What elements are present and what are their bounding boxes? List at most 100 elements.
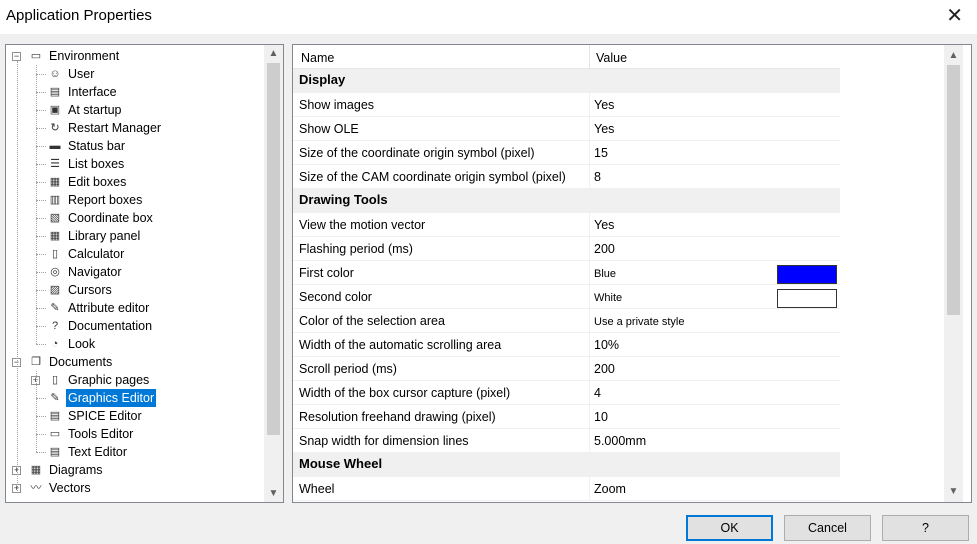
tree-item-tools-editor[interactable]: ▭ Tools Editor [6, 425, 264, 443]
column-header-value[interactable]: Value [596, 51, 627, 65]
coordinate-box-icon: ▧ [49, 212, 61, 224]
grid-scrollbar[interactable]: ▲ ▼ [944, 45, 963, 502]
property-row[interactable]: First color Blue [293, 261, 840, 285]
color-swatch[interactable] [777, 265, 837, 284]
tree-item-label: At startup [68, 103, 122, 117]
status-bar-icon: ▬ [49, 140, 61, 152]
tree-item-edit-boxes[interactable]: ▦ Edit boxes [6, 173, 264, 191]
tree-item-calculator[interactable]: ▯ Calculator [6, 245, 264, 263]
help-button[interactable]: ? [882, 515, 969, 541]
property-row[interactable]: Wheel Zoom [293, 477, 840, 501]
property-row[interactable]: View the motion vector Yes [293, 213, 840, 237]
tree-connector [36, 110, 46, 111]
tree-item-label: Graphics Editor [64, 388, 158, 408]
close-icon[interactable]: ✕ [946, 4, 963, 28]
grid-scroll-thumb[interactable] [947, 65, 960, 315]
tree-item-vectors[interactable]: + 〰 Vectors [6, 479, 264, 497]
window-title: Application Properties [6, 7, 152, 24]
tree-item-coordinate-box[interactable]: ▧ Coordinate box [6, 209, 264, 227]
tree-item-look[interactable]: ◔ Look [6, 335, 264, 353]
tree-scroll-up-icon[interactable]: ▲ [264, 45, 283, 62]
cell-divider [589, 405, 590, 429]
tree-item-label: Status bar [68, 139, 125, 153]
property-value[interactable]: White [594, 292, 622, 304]
tree-item-at-startup[interactable]: ▣ At startup [6, 101, 264, 119]
cell-divider [589, 309, 590, 333]
property-row[interactable]: Size of the CAM coordinate origin symbol… [293, 165, 840, 189]
tree-connector [36, 128, 46, 129]
grid-scroll-up-icon[interactable]: ▲ [944, 47, 963, 64]
property-value[interactable]: 8 [594, 170, 601, 184]
property-name: Color of the selection area [299, 314, 445, 328]
property-value[interactable]: Yes [594, 122, 614, 136]
category-tree[interactable]: − ▭ Environment ☺ User ▤ Interface ▣ At startup ↻… [5, 44, 284, 503]
property-row[interactable]: Scroll period (ms) 200 [293, 357, 840, 381]
property-value[interactable]: 200 [594, 242, 615, 256]
cancel-button[interactable]: Cancel [784, 515, 871, 541]
startup-icon: ▣ [49, 104, 61, 116]
property-row[interactable]: Resolution freehand drawing (pixel) 10 [293, 405, 840, 429]
property-row[interactable]: Snap width for dimension lines 5.000mm [293, 429, 840, 453]
property-value[interactable]: Zoom [594, 482, 626, 496]
property-value[interactable]: Yes [594, 98, 614, 112]
tree-item-label: Library panel [68, 229, 141, 243]
tree-scrollbar[interactable]: ▲ ▼ [264, 45, 283, 502]
tree-connector [36, 416, 46, 417]
tree-item-restart-manager[interactable]: ↻ Restart Manager [6, 119, 264, 137]
property-grid[interactable]: Name Value Display Show images Yes Show OLE… [292, 44, 972, 503]
collapse-icon[interactable]: − [12, 52, 21, 61]
tree-item-graphic-pages[interactable]: + ▯ Graphic pages [6, 371, 264, 389]
property-row[interactable]: Color of the selection area Use a private… [293, 309, 840, 333]
cell-divider [589, 477, 590, 501]
property-row[interactable]: Flashing period (ms) 200 [293, 237, 840, 261]
property-value[interactable]: 10 [594, 410, 608, 424]
tree-item-navigator[interactable]: ◎ Navigator [6, 263, 264, 281]
property-value[interactable]: 4 [594, 386, 601, 400]
cell-divider [589, 333, 590, 357]
tree-scroll-down-icon[interactable]: ▼ [264, 485, 283, 502]
color-swatch[interactable] [777, 289, 837, 308]
tree-item-environment[interactable]: − ▭ Environment [6, 47, 264, 65]
tree-item-library-panel[interactable]: ▦ Library panel [6, 227, 264, 245]
property-name: Scroll period (ms) [299, 362, 397, 376]
tree-item-list-boxes[interactable]: ☰ List boxes [6, 155, 264, 173]
tree-item-text-editor[interactable]: ▤ Text Editor [6, 443, 264, 461]
tree-item-attribute-editor[interactable]: ✎ Attribute editor [6, 299, 264, 317]
tree-item-user[interactable]: ☺ User [6, 65, 264, 83]
grid-section-header: Display [293, 69, 840, 93]
property-value[interactable]: 15 [594, 146, 608, 160]
tree-item-documents[interactable]: − ❐ Documents [6, 353, 264, 371]
tree-item-label: Text Editor [68, 445, 128, 459]
tree-scroll-thumb[interactable] [267, 63, 280, 435]
property-value[interactable]: Yes [594, 218, 614, 232]
property-row[interactable]: Second color White [293, 285, 840, 309]
property-row[interactable]: Width of the box cursor capture (pixel) 4 [293, 381, 840, 405]
tree-item-graphics-editor[interactable]: ✎ Graphics Editor [6, 388, 264, 408]
property-value[interactable]: Blue [594, 268, 616, 280]
property-value[interactable]: 10% [594, 338, 619, 352]
grid-section-header: Mouse Wheel [293, 453, 840, 477]
section-title: Display [299, 72, 346, 87]
property-row[interactable]: Width of the automatic scrolling area 10% [293, 333, 840, 357]
tree-item-documentation[interactable]: ? Documentation [6, 317, 264, 335]
column-divider[interactable] [589, 45, 590, 69]
property-row[interactable]: Size of the coordinate origin symbol (pi… [293, 141, 840, 165]
tree-item-status-bar[interactable]: ▬ Status bar [6, 137, 264, 155]
ok-button[interactable]: OK [686, 515, 773, 541]
tree-item-cursors[interactable]: ▨ Cursors [6, 281, 264, 299]
property-row[interactable]: Show OLE Yes [293, 117, 840, 141]
property-value[interactable]: 200 [594, 362, 615, 376]
property-value[interactable]: 5.000mm [594, 434, 646, 448]
tree-item-diagrams[interactable]: + ▦ Diagrams [6, 461, 264, 479]
property-value[interactable]: Use a private style [594, 316, 684, 328]
tree-connector [36, 272, 46, 273]
grid-scroll-down-icon[interactable]: ▼ [944, 483, 963, 500]
column-header-name[interactable]: Name [301, 51, 334, 65]
tree-item-report-boxes[interactable]: ▥ Report boxes [6, 191, 264, 209]
tree-item-label: Navigator [68, 265, 122, 279]
cell-divider [589, 117, 590, 141]
property-row[interactable]: Show images Yes [293, 93, 840, 117]
tree-connector [36, 398, 46, 399]
tree-item-interface[interactable]: ▤ Interface [6, 83, 264, 101]
tree-item-spice-editor[interactable]: ▤ SPICE Editor [6, 407, 264, 425]
